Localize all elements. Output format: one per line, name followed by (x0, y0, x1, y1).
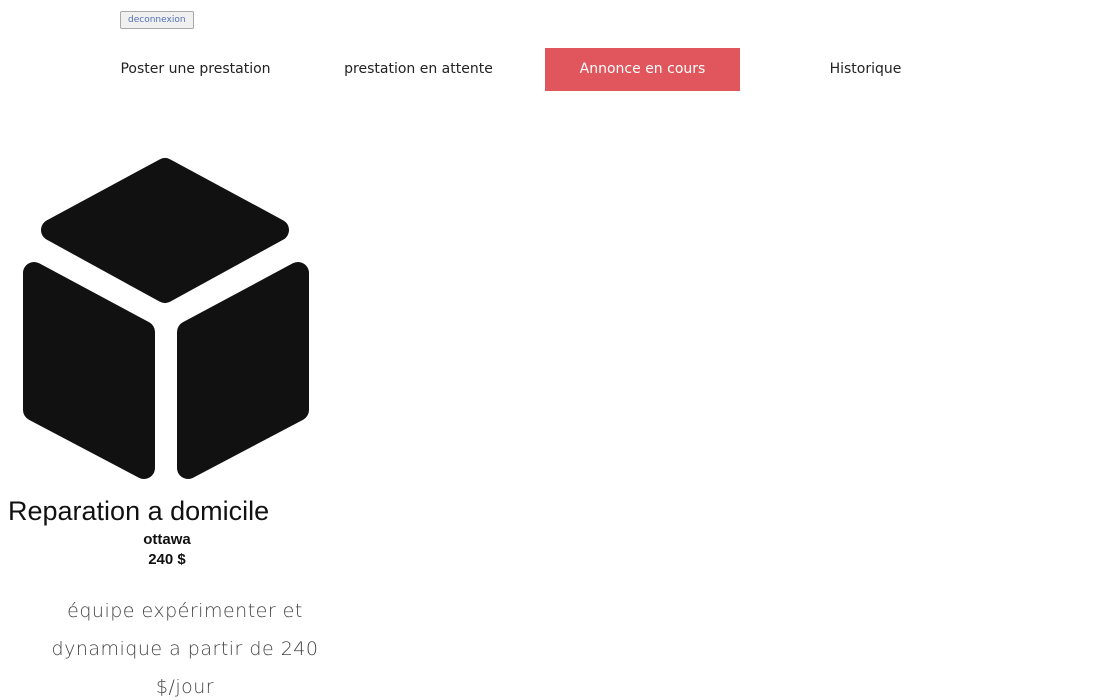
nav-item-poster-prestation[interactable]: Poster une prestation (98, 48, 293, 91)
cube-icon (23, 158, 309, 479)
nav-item-prestation-attente[interactable]: prestation en attente (321, 48, 516, 91)
listing-price: 240 $ (148, 551, 186, 568)
main-nav: Poster une prestation prestation en atte… (0, 48, 1107, 91)
page: deconnexion Poster une prestation presta… (0, 0, 1107, 700)
listing-title: Reparation a domicile (8, 496, 270, 526)
nav-item-historique[interactable]: Historique (768, 48, 963, 91)
nav-item-annonce-en-cours[interactable]: Annonce en cours (545, 48, 740, 91)
listing-city: ottawa (143, 531, 191, 548)
logout-button[interactable]: deconnexion (120, 11, 194, 29)
listing-description: équipe expérimenter et dynamique a parti… (51, 600, 319, 698)
